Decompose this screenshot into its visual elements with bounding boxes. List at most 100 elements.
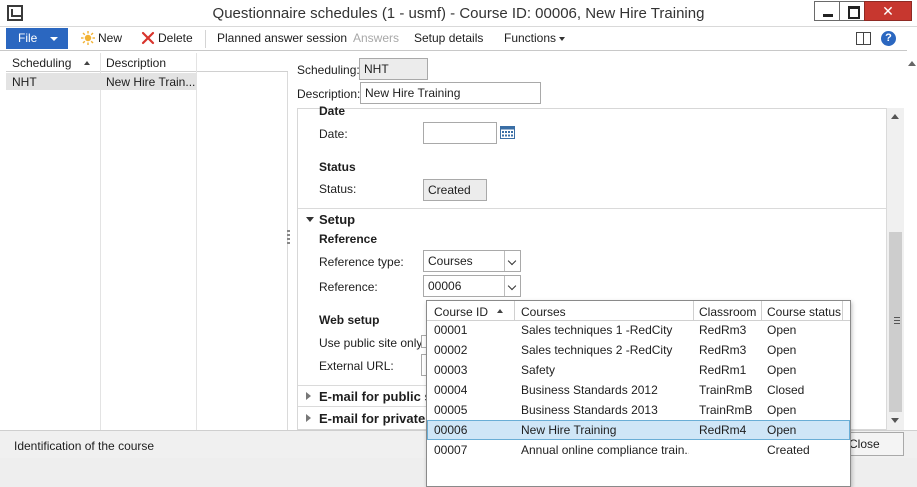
cell-classroom: RedRm4 — [699, 423, 747, 437]
grid-header: Scheduling Description — [6, 53, 288, 72]
cell-course-id: 00002 — [434, 343, 468, 357]
sort-ascending-icon — [84, 61, 90, 65]
date-label: Date: — [319, 127, 348, 141]
description-field[interactable]: New Hire Training — [360, 82, 541, 104]
column-header-scheduling[interactable]: Scheduling — [12, 56, 71, 70]
column-header-course-status[interactable]: Course status — [767, 305, 841, 319]
cell-description: New Hire Train... — [106, 75, 196, 89]
lookup-header: Course ID Courses Classroom Course statu… — [427, 301, 850, 321]
email-private-section-title[interactable]: E-mail for private — [319, 411, 425, 426]
scroll-up-icon[interactable] — [908, 61, 916, 66]
column-divider — [196, 53, 197, 430]
file-menu-button[interactable]: File — [6, 28, 68, 49]
table-row[interactable]: 00007 Annual online compliance train... … — [427, 440, 850, 460]
reference-value: 00006 — [428, 279, 462, 293]
new-star-icon[interactable] — [81, 31, 95, 45]
delete-button[interactable]: Delete — [158, 31, 193, 45]
column-header-courses[interactable]: Courses — [521, 305, 566, 319]
column-header-classroom[interactable]: Classroom — [699, 305, 756, 319]
description-label: Description: — [297, 87, 361, 101]
use-public-site-label: Use public site only? — [319, 336, 430, 350]
schedules-grid: Scheduling Description NHT New Hire Trai… — [6, 53, 288, 430]
minimize-button[interactable] — [814, 1, 840, 21]
cell-classroom: RedRm3 — [699, 343, 747, 357]
section-divider — [298, 385, 426, 386]
reference-type-select[interactable]: Courses — [423, 250, 521, 272]
web-setup-title: Web setup — [319, 313, 380, 327]
table-row[interactable]: 00003 Safety RedRm1 Open — [427, 360, 850, 380]
scheduling-field[interactable]: NHT — [359, 58, 428, 80]
dropdown-arrow-icon[interactable] — [504, 251, 520, 271]
cell-status: Created — [767, 443, 810, 457]
collapse-triangle-icon[interactable] — [306, 217, 314, 222]
expand-triangle-icon[interactable] — [306, 392, 311, 400]
close-button[interactable]: Close — [842, 432, 904, 456]
title-bar: Questionnaire schedules (1 - usmf) - Cou… — [0, 0, 917, 27]
new-button[interactable]: New — [98, 31, 122, 45]
setup-details-button[interactable]: Setup details — [414, 31, 483, 45]
reference-type-value: Courses — [428, 254, 473, 268]
close-window-button[interactable]: ✕ — [864, 1, 912, 21]
action-pane: File New Delete Planned answer session A… — [0, 27, 917, 51]
table-row[interactable]: 00005 Business Standards 2013 TrainRmB O… — [427, 400, 850, 420]
fact-box-toggle-icon[interactable] — [856, 32, 871, 45]
cell-status: Open — [767, 323, 797, 337]
planned-answer-session-button[interactable]: Planned answer session — [217, 31, 347, 45]
reference-label: Reference: — [319, 280, 378, 294]
cell-scheduling: NHT — [12, 75, 37, 89]
column-divider — [842, 301, 843, 321]
ribbon-divider — [205, 30, 206, 48]
cell-course-id: 00001 — [434, 323, 468, 337]
reference-select[interactable]: 00006 — [423, 275, 521, 297]
status-section-title: Status — [319, 160, 356, 174]
calendar-icon[interactable] — [500, 125, 515, 139]
reference-type-label: Reference type: — [319, 255, 404, 269]
email-public-section-title[interactable]: E-mail for public s — [319, 389, 432, 404]
column-header-description[interactable]: Description — [106, 56, 166, 70]
table-row[interactable]: 00001 Sales techniques 1 -RedCity RedRm3… — [427, 320, 850, 340]
chevron-down-icon — [50, 37, 58, 41]
window-scrollbar[interactable] — [907, 27, 917, 430]
table-row[interactable]: NHT New Hire Train... — [6, 73, 196, 90]
functions-label: Functions — [504, 31, 557, 45]
column-divider — [514, 301, 515, 321]
status-field[interactable]: Created — [423, 179, 487, 201]
column-divider — [100, 53, 101, 430]
expand-triangle-icon[interactable] — [306, 414, 311, 422]
cell-course: Business Standards 2013 — [521, 403, 658, 417]
details-scrollbar[interactable] — [886, 108, 904, 430]
sort-ascending-icon — [497, 309, 503, 313]
window-title: Questionnaire schedules (1 - usmf) - Cou… — [212, 5, 705, 22]
column-divider — [693, 301, 694, 321]
table-row[interactable]: 00004 Business Standards 2012 TrainRmB C… — [427, 380, 850, 400]
column-header-course-id[interactable]: Course ID — [434, 305, 488, 319]
scheduling-label: Scheduling: — [297, 63, 360, 77]
cell-status: Open — [767, 423, 797, 437]
table-row[interactable]: 00002 Sales techniques 2 -RedCity RedRm3… — [427, 340, 850, 360]
functions-menu-button[interactable]: Functions — [504, 31, 566, 45]
table-row-selected[interactable]: 00006 New Hire Training RedRm4 Open — [427, 420, 850, 440]
scroll-down-icon[interactable] — [891, 418, 899, 423]
delete-icon[interactable] — [141, 31, 155, 45]
cell-course: Sales techniques 1 -RedCity — [521, 323, 673, 337]
cell-status: Open — [767, 403, 797, 417]
help-icon[interactable]: ? — [881, 31, 896, 46]
cell-course-id: 00007 — [434, 443, 468, 457]
cell-course: Business Standards 2012 — [521, 383, 658, 397]
cell-status: Closed — [767, 383, 805, 397]
answers-button[interactable]: Answers — [353, 31, 399, 45]
cell-course-id: 00003 — [434, 363, 468, 377]
file-label: File — [18, 31, 38, 45]
section-divider — [298, 406, 426, 407]
pane-splitter[interactable] — [287, 230, 290, 246]
maximize-button[interactable] — [839, 1, 865, 21]
scroll-up-icon[interactable] — [891, 114, 899, 119]
setup-section-title[interactable]: Setup — [319, 212, 355, 227]
cell-classroom: RedRm3 — [699, 323, 747, 337]
status-label: Status: — [319, 182, 357, 196]
cell-course: New Hire Training — [521, 423, 617, 437]
dropdown-arrow-icon[interactable] — [504, 276, 520, 296]
status-bar-text: Identification of the course — [14, 439, 155, 453]
date-field[interactable] — [423, 122, 497, 144]
section-divider — [298, 208, 886, 209]
